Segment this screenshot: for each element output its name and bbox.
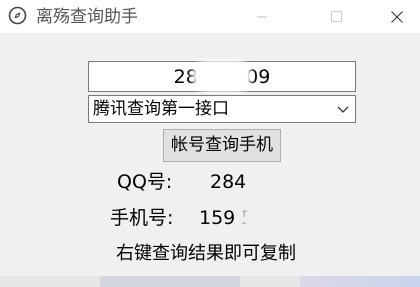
chevron-down-icon: [335, 99, 351, 119]
redaction-blur: [246, 208, 290, 228]
minimize-icon: [257, 16, 267, 17]
api-select[interactable]: 腾讯查询第一接口: [88, 95, 356, 123]
api-select-value: 腾讯查询第一接口: [93, 99, 229, 119]
bottom-strip: [0, 276, 420, 287]
qq-label: QQ号:: [117, 171, 173, 193]
compass-icon: [8, 6, 27, 25]
close-button[interactable]: [374, 0, 420, 33]
redaction-blur: [196, 64, 248, 88]
bottom-strip-segment: [100, 276, 240, 287]
maximize-icon: [330, 11, 342, 22]
maximize-button[interactable]: [313, 0, 359, 33]
redaction-blur: [252, 172, 294, 192]
copy-hint-text: 右键查询结果即可复制: [116, 243, 296, 264]
close-icon: [391, 10, 403, 23]
phone-label: 手机号:: [110, 207, 174, 229]
app-window: 离殇查询助手 腾讯查询第一接口 帐号查询手机 QQ号: 2: [0, 0, 420, 287]
minimize-button[interactable]: [239, 0, 285, 33]
window-title: 离殇查询助手: [36, 7, 138, 27]
query-phone-button[interactable]: 帐号查询手机: [163, 129, 281, 162]
bottom-strip-segment: [300, 276, 420, 287]
title-bar[interactable]: 离殇查询助手: [0, 0, 420, 33]
